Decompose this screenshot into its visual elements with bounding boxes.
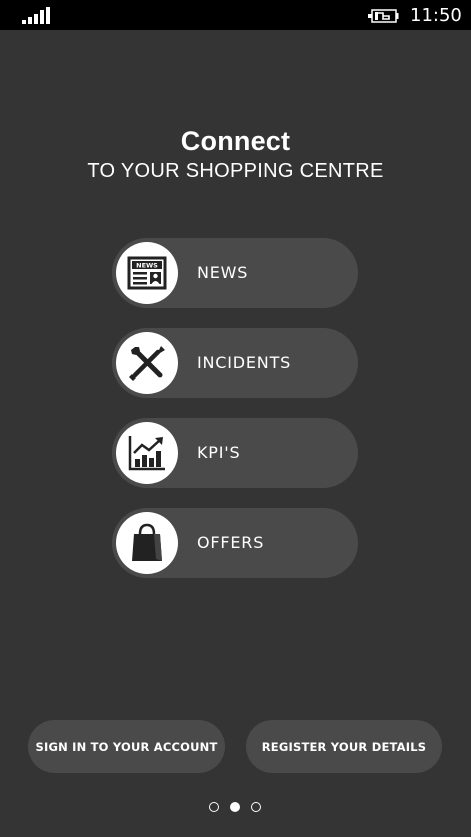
battery-charging-icon (368, 9, 399, 23)
menu-item-label: OFFERS (197, 533, 265, 552)
menu-item-incidents[interactable]: INCIDENTS (112, 328, 358, 398)
tools-icon (116, 332, 178, 394)
status-bar: 11:50 (0, 0, 471, 30)
signal-icon (22, 7, 50, 24)
menu-item-label: NEWS (197, 263, 249, 282)
menu-item-label: INCIDENTS (197, 353, 292, 372)
menu-item-kpis[interactable]: KPI'S (112, 418, 358, 488)
page-subtitle: TO YOUR SHOPPING CENTRE (87, 160, 384, 182)
newspaper-icon: NEWS (116, 242, 178, 304)
svg-text:NEWS: NEWS (136, 262, 158, 270)
shopping-bag-icon (116, 512, 178, 574)
clock: 11:50 (410, 5, 462, 26)
sign-in-button[interactable]: SIGN IN TO YOUR ACCOUNT (28, 720, 225, 773)
page-title: Connect (180, 126, 291, 156)
chart-icon (116, 422, 178, 484)
menu-item-label: KPI'S (197, 443, 241, 462)
page-indicator (207, 801, 267, 815)
page-dot-3[interactable] (251, 802, 261, 812)
page-dot-2[interactable] (230, 802, 240, 812)
menu-item-offers[interactable]: OFFERS (112, 508, 358, 578)
register-button[interactable]: REGISTER YOUR DETAILS (246, 720, 442, 773)
menu-item-news[interactable]: NEWS NEWS (112, 238, 358, 308)
page-dot-1[interactable] (209, 802, 219, 812)
